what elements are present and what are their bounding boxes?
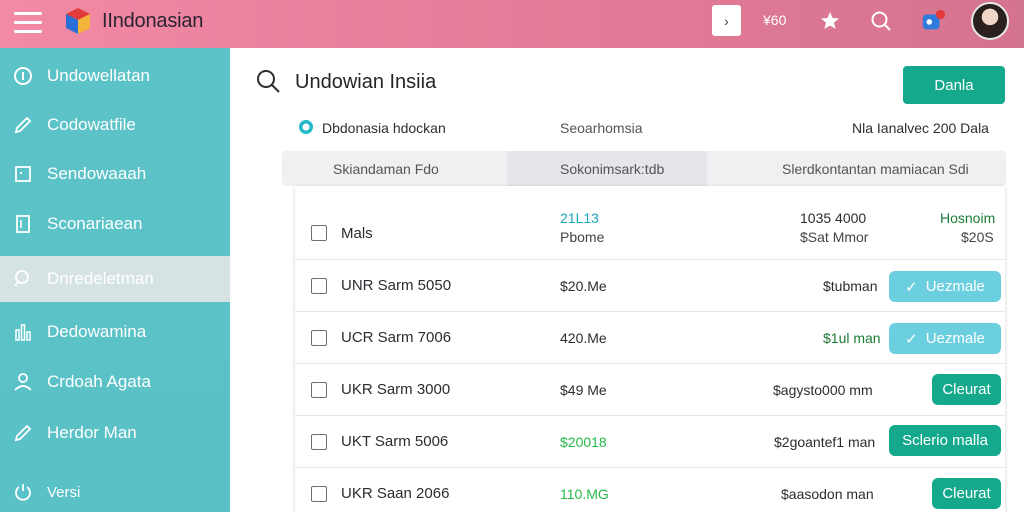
avatar[interactable] xyxy=(971,2,1009,40)
row-checkbox[interactable] xyxy=(311,486,327,502)
header-col2-bottom: Pbome xyxy=(560,229,605,245)
sidebar-item-1[interactable]: Undowellatan xyxy=(0,53,230,99)
sidebar-item-label: Herdor Man xyxy=(47,423,137,442)
user-icon xyxy=(12,371,34,393)
row-action-button[interactable]: Cleurat xyxy=(932,478,1001,509)
row-action-button[interactable]: Cleurat xyxy=(932,374,1001,405)
data-table: Mals 21L13 Pbome 1035 4000 $Sat Mmor Hos… xyxy=(295,186,1005,512)
main-content: Undowian Insiia Danla Dbdonasia hdockan … xyxy=(230,48,1024,512)
sidebar-item-6[interactable]: Dedowamina xyxy=(0,309,230,355)
sidebar-item-label: Undowellatan xyxy=(47,66,151,85)
row-status: $agysto000 mm xyxy=(773,382,873,398)
tab-1[interactable]: Skiandaman Fdo xyxy=(282,151,507,186)
currency-count: ¥60 xyxy=(763,12,787,28)
header-col3-top: 1035 4000 xyxy=(800,210,867,226)
row-status: $2goantef1 man xyxy=(774,434,876,450)
page-title: Undowian Insiia xyxy=(295,71,437,93)
tab-3[interactable]: Slerdkontantan mamiacan Sdi xyxy=(707,151,1006,186)
primary-action-button[interactable]: Danla xyxy=(903,66,1005,104)
row-checkbox[interactable] xyxy=(311,434,327,450)
sidebar: Undowellatan Codowatfile Sendowaaah Scon… xyxy=(0,48,230,512)
row-status: $aasodon man xyxy=(781,486,874,502)
sidebar-item-9[interactable]: Versi xyxy=(0,469,230,512)
pencil-icon xyxy=(12,114,34,136)
row-amount: $49 Me xyxy=(560,382,607,398)
header-name: Mals xyxy=(341,225,373,242)
row-checkbox[interactable] xyxy=(311,330,327,346)
table-header-row: Mals 21L13 Pbome 1035 4000 $Sat Mmor Hos… xyxy=(295,186,1005,260)
header-col3-bottom: $Sat Mmor xyxy=(800,229,869,245)
row-action-label: Uezmale xyxy=(925,330,985,347)
menu-icon[interactable] xyxy=(14,12,42,34)
search-icon xyxy=(12,268,34,290)
top-bar: IIndonasian › ¥60 xyxy=(0,0,1024,48)
row-status: $1ul man xyxy=(823,330,881,346)
app-logo-icon xyxy=(66,8,90,34)
sidebar-item-8[interactable]: Herdor Man xyxy=(0,410,230,456)
sidebar-item-label: Codowatfile xyxy=(47,115,136,134)
header-col4-top: Hosnoim xyxy=(940,210,996,226)
row-action-button[interactable]: ✓ Uezmale xyxy=(889,323,1001,354)
row-checkbox[interactable] xyxy=(311,278,327,294)
sidebar-item-label: Sendowaaah xyxy=(47,164,147,183)
star-icon[interactable] xyxy=(817,8,843,34)
table-row: UNR Sarm 5050 $20.Me $tubman ✓ Uezmale xyxy=(295,260,1005,312)
header-col2-top: 21L13 xyxy=(560,210,599,226)
info-middle: Seoarhomsia xyxy=(560,120,643,136)
row-amount: 420.Me xyxy=(560,330,607,346)
row-action-button[interactable]: ✓ Uezmale xyxy=(889,271,1001,302)
check-icon: ✓ xyxy=(905,278,918,296)
row-name: UCR Sarm 7006 xyxy=(341,329,452,346)
row-amount: $20.Me xyxy=(560,278,607,294)
row-name: UKR Saan 2066 xyxy=(341,485,450,502)
sidebar-item-label: Crdoah Agata xyxy=(47,372,151,391)
app-title: IIndonasian xyxy=(102,10,204,32)
row-name: UKR Sarm 3000 xyxy=(341,381,451,398)
sidebar-item-7[interactable]: Crdoah Agata xyxy=(0,359,230,405)
row-status: $tubman xyxy=(823,278,878,294)
notifications-icon[interactable] xyxy=(920,8,946,34)
search-icon[interactable] xyxy=(255,68,281,94)
row-amount: 110.MG xyxy=(560,486,609,502)
info-left: Dbdonasia hdockan xyxy=(322,120,446,136)
sidebar-item-label: Sconariaean xyxy=(47,214,143,233)
table-row: UCR Sarm 7006 420.Me $1ul man ✓ Uezmale xyxy=(295,312,1005,364)
row-name: UNR Sarm 5050 xyxy=(341,277,452,294)
search-icon[interactable] xyxy=(868,8,894,34)
sidebar-item-2[interactable]: Codowatfile xyxy=(0,102,230,148)
table-row: UKR Sarm 3000 $49 Me $agysto000 mm Cleur… xyxy=(295,364,1005,416)
info-right: Nla Ianalvec 200 Dala xyxy=(852,120,989,136)
window-icon xyxy=(12,163,34,185)
select-all-checkbox[interactable] xyxy=(311,225,327,241)
sidebar-item-label: Versi xyxy=(47,483,81,501)
power-icon xyxy=(12,481,34,503)
nav-forward-button[interactable]: › xyxy=(712,5,741,36)
status-dot-icon xyxy=(299,120,313,134)
check-icon: ✓ xyxy=(905,330,918,348)
pencil-icon xyxy=(12,422,34,444)
row-action-button[interactable]: Sclerio malla xyxy=(889,425,1001,456)
bar-chart-icon xyxy=(12,321,34,343)
sidebar-item-label: Dnredeletman xyxy=(47,269,154,288)
row-name: UKT Sarm 5006 xyxy=(341,433,449,450)
circle-info-icon xyxy=(12,65,34,87)
sidebar-item-3[interactable]: Sendowaaah xyxy=(0,151,230,197)
sidebar-item-4[interactable]: Sconariaean xyxy=(0,201,230,247)
table-row: UKR Saan 2066 110.MG $aasodon man Cleura… xyxy=(295,468,1005,512)
row-checkbox[interactable] xyxy=(311,382,327,398)
row-amount: $20018 xyxy=(560,434,607,450)
document-icon xyxy=(12,213,34,235)
table-row: UKT Sarm 5006 $20018 $2goantef1 man Scle… xyxy=(295,416,1005,468)
row-action-label: Uezmale xyxy=(925,278,985,295)
tab-bar: Skiandaman Fdo Sokonimsark:tdb Slerdkont… xyxy=(282,151,1006,186)
sidebar-item-label: Dedowamina xyxy=(47,322,147,341)
header-col4-bottom: $20S xyxy=(961,229,994,245)
sidebar-item-5[interactable]: Dnredeletman xyxy=(0,256,230,302)
tab-2[interactable]: Sokonimsark:tdb xyxy=(507,151,707,186)
